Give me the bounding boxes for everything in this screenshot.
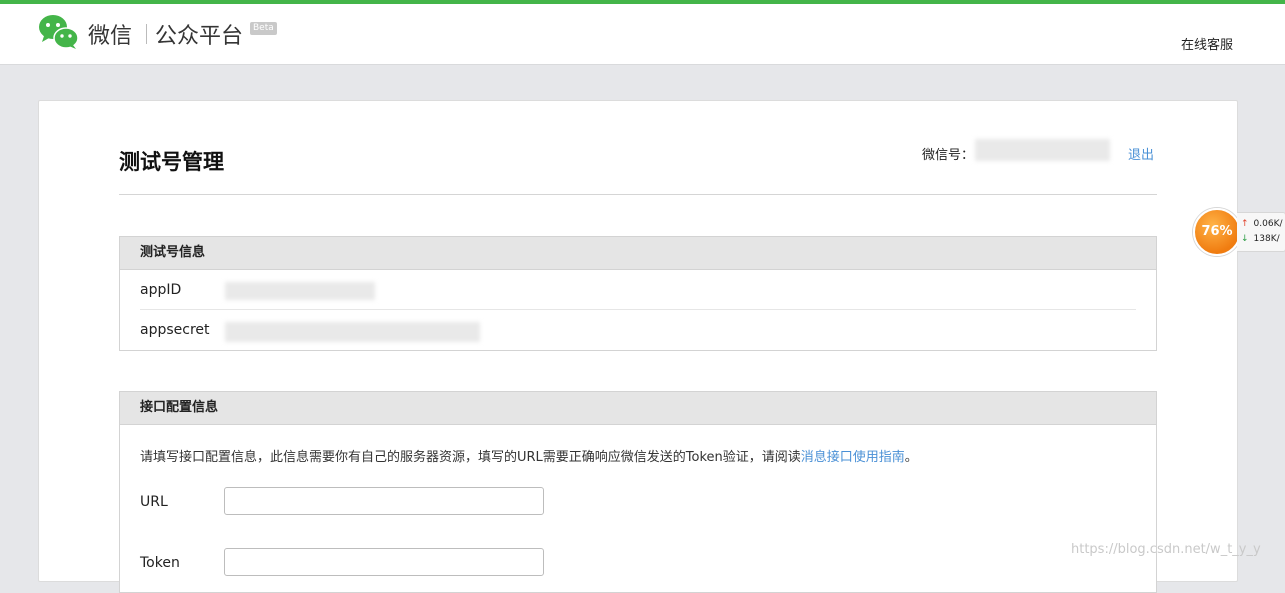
header: 微信 公众平台 Beta 在线客服 [0,4,1285,65]
token-input[interactable] [224,548,544,576]
wechat-account-label: 微信号： [922,148,975,163]
watermark: https://blog.csdn.net/w_t_y_y [1071,542,1261,557]
appid-row: appID [120,270,1156,310]
online-support-link[interactable]: 在线客服 [1181,34,1233,53]
appid-label: appID [140,282,182,298]
network-speed-widget[interactable]: 76% ↑ 0.06K/ ↓ 138K/ [1193,206,1285,256]
page-title: 测试号管理 [119,150,224,174]
wechat-account-value [975,139,1110,161]
brand-platform: 公众平台 [155,24,244,49]
interface-config-description: 请填写接口配置信息，此信息需要你有自己的服务器资源，填写的URL需要正确响应微信… [140,446,918,465]
upload-speed: 0.06K/ [1253,219,1283,229]
upload-arrow-icon: ↑ [1241,219,1249,229]
appsecret-label: appsecret [140,322,210,338]
title-divider [119,194,1157,195]
message-api-guide-link[interactable]: 消息接口使用指南 [801,450,905,465]
appsecret-row: appsecret [120,310,1156,350]
test-account-heading: 测试号信息 [120,237,1156,270]
test-account-panel: 测试号信息 appID appsecret [119,236,1157,351]
url-input[interactable] [224,487,544,515]
wechat-logo-icon[interactable] [38,14,80,50]
url-label: URL [140,494,168,510]
beta-badge: Beta [250,22,277,35]
description-text: 请填写接口配置信息，此信息需要你有自己的服务器资源，填写的URL需要正确响应微信… [140,450,801,465]
main-card: 测试号管理 微信号： 退出 测试号信息 appID appsecret 接口配置… [38,100,1238,593]
interface-config-panel: 接口配置信息 请填写接口配置信息，此信息需要你有自己的服务器资源，填写的URL需… [119,391,1157,593]
description-end: 。 [904,450,918,465]
brand-divider [146,24,147,44]
brand-name: 微信 [88,24,133,49]
logout-link[interactable]: 退出 [1128,144,1154,163]
download-speed: 138K/ [1253,234,1280,244]
appsecret-value [225,322,480,342]
memory-percent-ball[interactable]: 76% [1193,208,1241,256]
download-arrow-icon: ↓ [1241,234,1249,244]
appid-value [225,282,375,300]
interface-config-heading: 接口配置信息 [120,392,1156,425]
network-speed-panel: ↑ 0.06K/ ↓ 138K/ [1237,212,1285,252]
